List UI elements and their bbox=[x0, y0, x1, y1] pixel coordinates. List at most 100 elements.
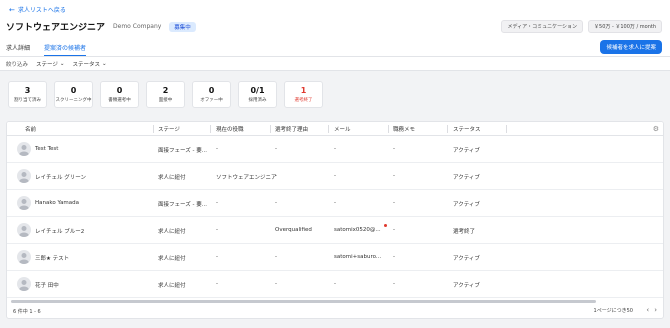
candidate-close-reason: - bbox=[275, 200, 277, 206]
stage-summary: 3 割り当て済み 0 スクリーニング中 0 書類選考中 2 面接中 0 オファー… bbox=[8, 81, 323, 108]
candidates-table: 名前 ステージ 現在の役職 選考終了理由 メール 職務メモ ステータス ⚙ Te… bbox=[6, 121, 664, 319]
stat-card-screening[interactable]: 0 スクリーニング中 bbox=[54, 81, 93, 108]
company-name: Demo Company bbox=[113, 23, 162, 30]
prev-page-icon[interactable]: ‹ bbox=[646, 306, 649, 314]
column-divider[interactable] bbox=[447, 125, 448, 133]
table-row[interactable]: Test Test 面接フェーズ - 要... - - - - アクティブ bbox=[7, 136, 663, 163]
column-header-stage[interactable]: ステージ bbox=[158, 125, 180, 133]
column-divider[interactable] bbox=[270, 125, 271, 133]
candidate-name[interactable]: レイチェル グリーン bbox=[35, 173, 86, 181]
stat-card-interview[interactable]: 2 面接中 bbox=[146, 81, 185, 108]
table-row[interactable]: レイチェル グリーン 求人に紐付 ソフトウェアエンジニア - - - アクティブ bbox=[7, 163, 663, 190]
candidate-status: アクティブ bbox=[453, 202, 480, 208]
column-divider[interactable] bbox=[506, 125, 507, 133]
candidate-position: - bbox=[216, 254, 218, 260]
next-page-icon[interactable]: › bbox=[654, 306, 657, 314]
stat-card-hired[interactable]: 0/1 採用済み bbox=[238, 81, 277, 108]
candidate-name[interactable]: レイチェル ブルー2 bbox=[35, 227, 84, 235]
status-filter-select[interactable]: ステータス ⌄ bbox=[73, 60, 107, 68]
candidate-email: satomix0520@... bbox=[334, 227, 381, 233]
gear-icon[interactable]: ⚙ bbox=[653, 125, 659, 133]
stat-value: 2 bbox=[162, 86, 169, 95]
back-link[interactable]: ← 求人リストへ戻る bbox=[9, 5, 66, 15]
stat-card-assigned[interactable]: 3 割り当て済み bbox=[8, 81, 47, 108]
candidate-stage: 面接フェーズ - 要... bbox=[158, 148, 207, 154]
column-divider[interactable] bbox=[388, 125, 389, 133]
candidate-memo: - bbox=[393, 281, 395, 287]
candidate-name[interactable]: Hanako Yamada bbox=[35, 200, 79, 206]
column-header-position[interactable]: 現在の役職 bbox=[216, 125, 244, 133]
table-row[interactable]: Hanako Yamada 面接フェーズ - 要... - - - - アクティ… bbox=[7, 190, 663, 217]
candidate-memo: - bbox=[393, 146, 395, 152]
avatar bbox=[17, 277, 31, 291]
stat-label: オファー中 bbox=[200, 98, 223, 103]
candidate-stage: 求人に紐付 bbox=[158, 256, 186, 262]
stat-value: 1 bbox=[300, 86, 307, 95]
candidate-close-reason: - bbox=[275, 173, 277, 179]
status-filter-label: ステータス bbox=[72, 61, 101, 68]
candidate-position: - bbox=[216, 227, 218, 233]
page-title: ソフトウェアエンジニア bbox=[6, 23, 106, 33]
column-header-email[interactable]: メール bbox=[334, 125, 351, 133]
avatar bbox=[17, 196, 31, 210]
candidate-position: ソフトウェアエンジニア bbox=[216, 175, 277, 181]
candidate-memo: - bbox=[393, 254, 395, 260]
tab-proposed-candidates[interactable]: 提案済の候補者 bbox=[44, 43, 87, 56]
tab-job-details[interactable]: 求人詳細 bbox=[6, 43, 30, 56]
stat-label: 選考終了 bbox=[294, 98, 313, 103]
column-header-memo[interactable]: 職務メモ bbox=[393, 125, 415, 133]
column-header-name[interactable]: 名前 bbox=[25, 125, 36, 133]
column-divider[interactable] bbox=[210, 125, 211, 133]
candidate-status: 選考終了 bbox=[453, 229, 476, 235]
filter-bar: 絞り込み ステージ ⌄ ステータス ⌄ bbox=[0, 57, 670, 71]
candidate-email: - bbox=[334, 146, 336, 152]
candidate-stage: 求人に紐付 bbox=[158, 229, 186, 235]
column-divider[interactable] bbox=[153, 125, 154, 133]
stat-label: 面接中 bbox=[158, 98, 173, 103]
candidate-email: - bbox=[334, 173, 336, 179]
stat-card-offer[interactable]: 0 オファー中 bbox=[192, 81, 231, 108]
candidate-memo: - bbox=[393, 173, 395, 179]
table-header: 名前 ステージ 現在の役職 選考終了理由 メール 職務メモ ステータス ⚙ bbox=[7, 122, 663, 136]
unread-dot bbox=[384, 224, 387, 227]
candidate-position: - bbox=[216, 200, 218, 206]
candidate-name[interactable]: Test Test bbox=[35, 146, 58, 152]
status-badge: 募集中 bbox=[169, 21, 196, 32]
candidate-stage: 求人に紐付 bbox=[158, 283, 186, 289]
propose-candidate-button[interactable]: 候補者を求人に提案 bbox=[600, 40, 662, 54]
salary-chip: ￥50万 - ￥100万 / month bbox=[588, 20, 662, 33]
avatar bbox=[17, 223, 31, 237]
candidate-email: satomi+saburo... bbox=[334, 254, 382, 260]
stage-filter-label: ステージ bbox=[36, 61, 58, 68]
candidate-position: - bbox=[216, 281, 218, 287]
candidate-stage: 求人に紐付 bbox=[158, 175, 186, 181]
chevron-down-icon: ⌄ bbox=[102, 60, 107, 67]
avatar bbox=[17, 250, 31, 264]
table-row[interactable]: 花子 田中 求人に紐付 - - - - アクティブ bbox=[7, 271, 663, 298]
column-header-status[interactable]: ステータス bbox=[453, 125, 481, 133]
stat-card-closed[interactable]: 1 選考終了 bbox=[284, 81, 323, 108]
page-header: ← 求人リストへ戻る ソフトウェアエンジニア Demo Company 募集中 … bbox=[0, 0, 670, 56]
per-page-select[interactable]: 1ページにつき50 bbox=[594, 307, 633, 314]
table-row[interactable]: レイチェル ブルー2 求人に紐付 - Overqualified satomix… bbox=[7, 217, 663, 244]
stat-label: スクリーニング中 bbox=[55, 98, 92, 103]
column-header-close-reason[interactable]: 選考終了理由 bbox=[275, 125, 308, 133]
candidate-name[interactable]: 三郎★ テスト bbox=[35, 254, 69, 262]
candidate-memo: - bbox=[393, 227, 395, 233]
candidate-name[interactable]: 花子 田中 bbox=[35, 281, 59, 289]
stage-filter-select[interactable]: ステージ ⌄ bbox=[36, 60, 65, 68]
candidate-close-reason: Overqualified bbox=[275, 227, 312, 233]
candidate-close-reason: - bbox=[275, 146, 277, 152]
candidate-status: アクティブ bbox=[453, 256, 480, 262]
candidate-status: アクティブ bbox=[453, 175, 480, 181]
column-divider[interactable] bbox=[328, 125, 329, 133]
table-row[interactable]: 三郎★ テスト 求人に紐付 - - satomi+saburo... - アクテ… bbox=[7, 244, 663, 271]
stat-label: 採用済み bbox=[248, 98, 267, 103]
candidate-status: アクティブ bbox=[453, 148, 480, 154]
stat-value: 3 bbox=[24, 86, 31, 95]
stat-value: 0/1 bbox=[250, 86, 265, 95]
horizontal-scrollbar[interactable] bbox=[11, 300, 596, 303]
candidate-email: - bbox=[334, 200, 336, 206]
stat-label: 書類選考中 bbox=[108, 98, 131, 103]
stat-card-document-review[interactable]: 0 書類選考中 bbox=[100, 81, 139, 108]
